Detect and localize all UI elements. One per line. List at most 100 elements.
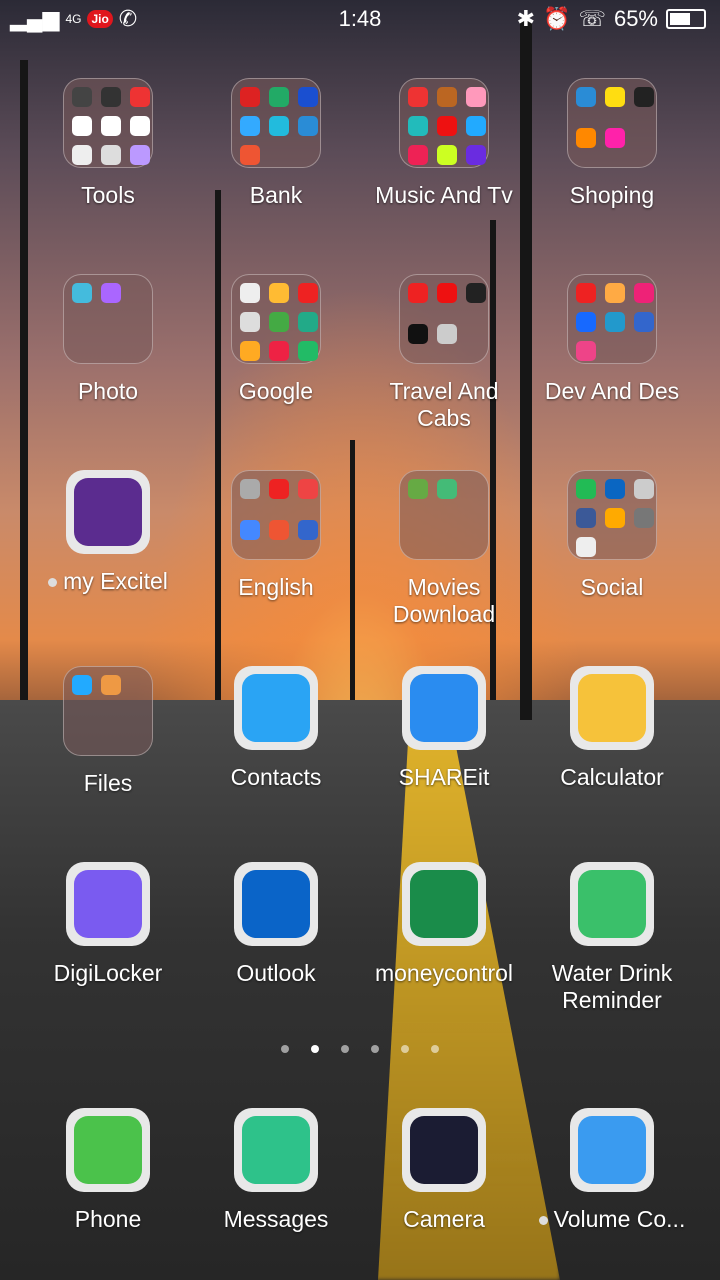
folder-app-icon: [240, 341, 260, 361]
folder-app-icon: [269, 116, 289, 136]
folder-app-icon: [576, 341, 596, 361]
app-label: Water Drink Reminder: [551, 960, 673, 1013]
folder-app-icon: [466, 116, 486, 136]
page-indicator: [0, 1045, 720, 1053]
folder-app-icon: [437, 145, 457, 165]
folder-app-icon: [408, 479, 428, 499]
folder-movies-download[interactable]: Movies Download: [360, 470, 528, 628]
folder-app-icon: [269, 312, 289, 332]
page-dot[interactable]: [371, 1045, 379, 1053]
folder-app-icon: [240, 479, 260, 499]
folder-app-icon: [634, 479, 654, 499]
folder-app-icon: [605, 283, 625, 303]
folder-icon: [399, 274, 489, 364]
app-contacts[interactable]: Contacts: [192, 666, 360, 791]
phone-dialer-icon: [66, 1108, 150, 1192]
folder-app-icon: [130, 116, 150, 136]
app-shareit[interactable]: SHAREit: [360, 666, 528, 791]
app-label: Tools: [81, 182, 135, 208]
folder-app-icon: [634, 87, 654, 107]
folder-app-icon: [240, 116, 260, 136]
folder-app-icon: [298, 87, 318, 107]
volume-icon-glyph: [578, 1116, 646, 1184]
folder-app-icon: [408, 323, 428, 344]
app-phone[interactable]: Phone: [24, 1108, 192, 1233]
excitel-icon-glyph: [74, 478, 142, 546]
folder-google[interactable]: Google: [192, 274, 360, 405]
folder-app-icon: [576, 283, 596, 303]
folder-app-icon: [101, 283, 121, 303]
shareit-icon-glyph: [410, 674, 478, 742]
app-outlook[interactable]: Outlook: [192, 862, 360, 987]
bluetooth-icon: ✱: [516, 6, 536, 31]
folder-photo[interactable]: Photo: [24, 274, 192, 405]
outlook-icon: [234, 862, 318, 946]
page-dot[interactable]: [311, 1045, 319, 1053]
app-camera[interactable]: Camera: [360, 1108, 528, 1233]
outlook-icon-glyph: [242, 870, 310, 938]
folder-files[interactable]: Files: [24, 666, 192, 797]
app-label: Google: [238, 378, 314, 404]
folder-app-icon: [240, 519, 260, 540]
volume-icon: [570, 1108, 654, 1192]
folder-icon: [63, 274, 153, 364]
folder-app-icon: [634, 508, 654, 528]
folder-app-icon: [240, 145, 260, 165]
folder-travel-and-cabs[interactable]: Travel And Cabs: [360, 274, 528, 432]
battery-percent: 65%: [613, 6, 658, 31]
folder-app-icon: [298, 479, 318, 499]
folder-tools[interactable]: Tools: [24, 78, 192, 209]
app-label: Movies Download: [392, 574, 496, 627]
page-dot[interactable]: [341, 1045, 349, 1053]
app-messages[interactable]: Messages: [192, 1108, 360, 1233]
folder-english[interactable]: English: [192, 470, 360, 601]
app-digilocker[interactable]: DigiLocker: [24, 862, 192, 987]
folder-music-and-tv[interactable]: Music And Tv: [360, 78, 528, 209]
app-label: Calculator: [560, 764, 664, 790]
folder-app-icon: [408, 283, 428, 303]
folder-app-icon: [72, 675, 92, 695]
app-label: Dev And Des: [544, 378, 680, 404]
app-volume-co[interactable]: Volume Co...: [528, 1108, 696, 1233]
app-label: Photo: [77, 378, 139, 404]
water-glass-icon: [570, 862, 654, 946]
folder-icon: [567, 274, 657, 364]
folder-app-icon: [437, 87, 457, 107]
app-label: Music And Tv: [375, 182, 513, 208]
folder-app-icon: [101, 87, 121, 107]
app-calculator[interactable]: Calculator: [528, 666, 696, 791]
chat-bubble-icon-glyph: [242, 1116, 310, 1184]
shareit-icon: [402, 666, 486, 750]
folder-social[interactable]: Social: [528, 470, 696, 601]
camera-lens-icon-glyph: [410, 1116, 478, 1184]
folder-icon: [63, 666, 153, 756]
app-label: moneycontrol: [374, 960, 514, 986]
page-dot[interactable]: [401, 1045, 409, 1053]
folder-app-icon: [240, 87, 260, 107]
folder-shoping[interactable]: Shoping: [528, 78, 696, 209]
folder-app-icon: [605, 508, 625, 528]
folder-icon: [567, 470, 657, 560]
page-dot[interactable]: [281, 1045, 289, 1053]
folder-app-icon: [298, 283, 318, 303]
volte-icon: ☏: [578, 6, 606, 31]
digilocker-icon: [66, 862, 150, 946]
folder-bank[interactable]: Bank: [192, 78, 360, 209]
folder-app-icon: [576, 127, 596, 148]
folder-app-icon: [269, 479, 289, 499]
folder-icon: [231, 470, 321, 560]
digilocker-icon-glyph: [74, 870, 142, 938]
folder-app-icon: [466, 145, 486, 165]
folder-app-icon: [298, 116, 318, 136]
camera-lens-icon: [402, 1108, 486, 1192]
app-my-excitel[interactable]: my Excitel: [24, 470, 192, 595]
folder-icon: [231, 274, 321, 364]
folder-app-icon: [605, 479, 625, 499]
page-dot[interactable]: [431, 1045, 439, 1053]
app-moneycontrol[interactable]: moneycontrol: [360, 862, 528, 987]
folder-app-icon: [101, 675, 121, 695]
calculator-icon: [570, 666, 654, 750]
folder-dev-and-des[interactable]: Dev And Des: [528, 274, 696, 405]
folder-app-icon: [466, 283, 486, 303]
app-water-drink-reminder[interactable]: Water Drink Reminder: [528, 862, 696, 1014]
